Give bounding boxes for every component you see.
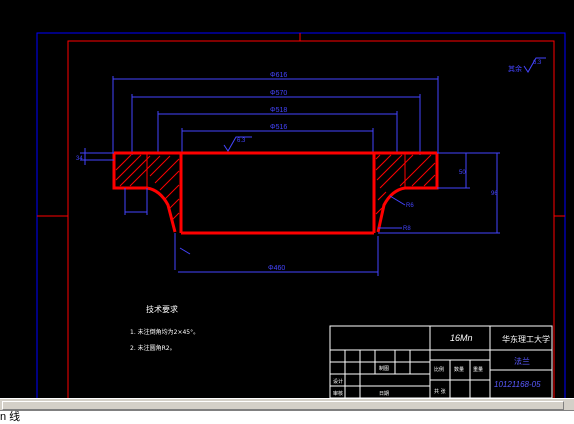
title-material: 16Mn [450,333,473,343]
title-label-date: 日期 [379,391,389,397]
dim-label-d3: Φ518 [270,107,287,114]
dim-label-left: 34 [76,156,83,162]
left-dimension [80,148,114,165]
title-label-scale: 比例 [434,366,444,373]
title-label-weight: 重量 [473,366,483,373]
dim-label-height: 96 [491,191,498,197]
title-label-check: 审核 [333,390,343,397]
svg-text:其余: 其余 [508,64,522,73]
title-school: 华东理工大学 [502,334,550,344]
dim-label-fillet2: R8 [403,226,411,232]
title-label-qty: 数量 [454,366,464,373]
svg-text:6.3: 6.3 [533,60,542,66]
roughness-symbol-part: 6.3 [223,136,252,152]
drawing-canvas[interactable]: 其余 6.3 Φ616 Φ570 Φ518 Φ516 6.3 34 96 50 … [0,0,574,398]
dim-label-d1: Φ616 [270,72,287,79]
top-dimensions [112,76,439,155]
tech-req-title: 技术要求 [146,304,178,314]
command-line[interactable]: n 线 [0,410,574,424]
title-part-name: 法兰 [514,356,530,366]
dim-label-fillet: R6 [406,203,414,209]
title-drawing-no: 10121168-05 [494,380,541,389]
dim-label-bore: Φ460 [268,265,285,272]
title-label-sheet: 共 张 [434,388,446,395]
flange-section [112,151,439,235]
command-line-text: n 线 [0,411,21,423]
dim-label-d2: Φ570 [270,90,287,97]
scrollbar-thumb[interactable] [2,401,564,410]
dim-label-d4: Φ516 [270,124,287,131]
right-dimensions [378,152,500,234]
sheet-outer-frame [36,32,566,398]
horizontal-scrollbar[interactable] [0,398,574,410]
tech-req-item-1: 1. 未注倒角均为2×45°。 [130,328,199,336]
dim-label-right-small: 50 [459,170,466,176]
title-label-draw: 制图 [379,365,389,372]
tech-req-item-2: 2. 未注圆角R2。 [130,344,176,352]
cad-drawing[interactable]: 其余 6.3 Φ616 Φ570 Φ518 Φ516 6.3 34 96 50 … [0,0,574,398]
svg-text:6.3: 6.3 [237,138,246,144]
title-label-design: 设计 [333,378,343,385]
leader-fillet [389,195,406,206]
roughness-symbol-corner: 其余 6.3 [508,57,546,73]
